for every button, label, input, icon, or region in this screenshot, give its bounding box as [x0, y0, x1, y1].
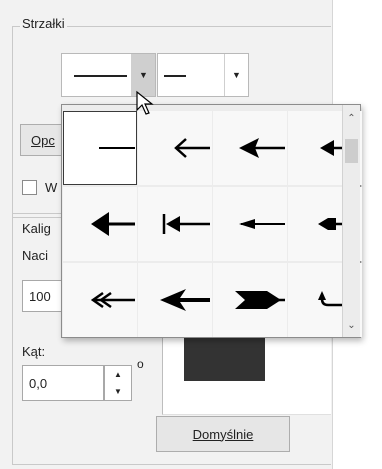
arrow-style-double-open[interactable]	[63, 263, 137, 337]
calligraphy-group-legend: Kalig	[20, 221, 53, 236]
arrow-style-bar-triangle[interactable]	[138, 187, 212, 261]
chevron-down-icon[interactable]: ⌄	[343, 320, 360, 331]
angle-input-value: 0,0	[29, 375, 48, 391]
double-arrow-icon	[90, 291, 135, 309]
arrow-style-open-thin[interactable]	[138, 111, 212, 185]
arrow-style-popup: ⌃ ⌄	[61, 104, 362, 338]
arrow-style-filled-large[interactable]	[63, 187, 137, 261]
angle-input[interactable]: 0,0	[22, 365, 104, 401]
angle-label: Kąt:	[22, 344, 46, 359]
swallow-arrow-icon	[160, 289, 210, 311]
color-swatch	[184, 336, 265, 381]
open-arrow-icon	[174, 138, 210, 158]
end-arrow-preview	[164, 75, 186, 77]
scrollbar-thumb[interactable]	[345, 139, 358, 163]
default-button-label: Domyślnie	[192, 426, 254, 442]
chevron-down-icon: ▼	[232, 70, 241, 80]
checkbox-label: W	[45, 180, 58, 195]
filled-large-arrow-icon	[91, 212, 135, 236]
end-arrow-combo[interactable]: ▼	[157, 53, 249, 97]
arrows-group-legend: Strzałki	[20, 16, 67, 31]
end-arrow-dropdown-button[interactable]: ▼	[224, 54, 248, 96]
arrow-style-filled-triangle[interactable]	[213, 111, 287, 185]
angle-unit: o	[137, 357, 144, 371]
default-button[interactable]: Domyślnie	[156, 416, 290, 452]
spin-down-icon[interactable]: ▼	[105, 383, 131, 400]
line-icon	[99, 147, 135, 149]
pen-label: Naci	[22, 248, 49, 263]
chevron-up-icon[interactable]: ⌃	[343, 113, 360, 124]
arrow-style-long-thin[interactable]	[213, 187, 287, 261]
chevron-arrow-icon	[235, 291, 285, 309]
options-button-label: Opc	[31, 132, 55, 148]
arrow-style-none[interactable]	[63, 111, 137, 185]
popup-scrollbar[interactable]: ⌃ ⌄	[342, 105, 360, 337]
arrow-style-chevron-fill[interactable]	[213, 263, 287, 337]
bar-arrow-icon	[162, 214, 210, 234]
angle-spinner[interactable]: ▲ ▼	[104, 365, 132, 401]
size-input-value: 100	[29, 288, 51, 304]
start-arrow-preview	[74, 75, 127, 77]
mouse-cursor-icon	[136, 90, 154, 115]
filled-arrow-icon	[239, 138, 285, 158]
thin-arrow-icon	[239, 219, 285, 229]
arrow-style-swallow[interactable]	[138, 263, 212, 337]
spin-up-icon[interactable]: ▲	[105, 366, 131, 383]
chevron-down-icon: ▼	[139, 70, 148, 80]
checkbox[interactable]	[22, 180, 37, 195]
